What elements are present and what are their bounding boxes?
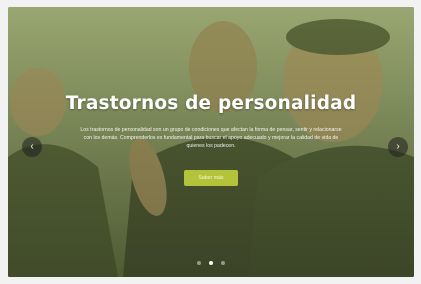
hero-slider: Trastornos de personalidad Los trastorno… — [8, 7, 414, 277]
hero-description: Los trastornos de personalidad son un gr… — [80, 127, 342, 149]
slide-indicators — [8, 252, 414, 270]
chevron-left-icon: ‹ — [30, 141, 34, 152]
slide-dot[interactable] — [196, 261, 201, 265]
next-slide-button[interactable]: › — [388, 137, 408, 157]
slide-dot-active[interactable] — [209, 261, 213, 265]
previous-slide-button[interactable]: ‹ — [22, 137, 42, 157]
hero-content: Trastornos de personalidad Los trastorno… — [48, 93, 374, 186]
slide-dot[interactable] — [221, 261, 226, 265]
hero-title: Trastornos de personalidad — [65, 93, 357, 114]
cta-button[interactable]: Saber más — [184, 170, 238, 186]
chevron-right-icon: › — [396, 141, 400, 152]
